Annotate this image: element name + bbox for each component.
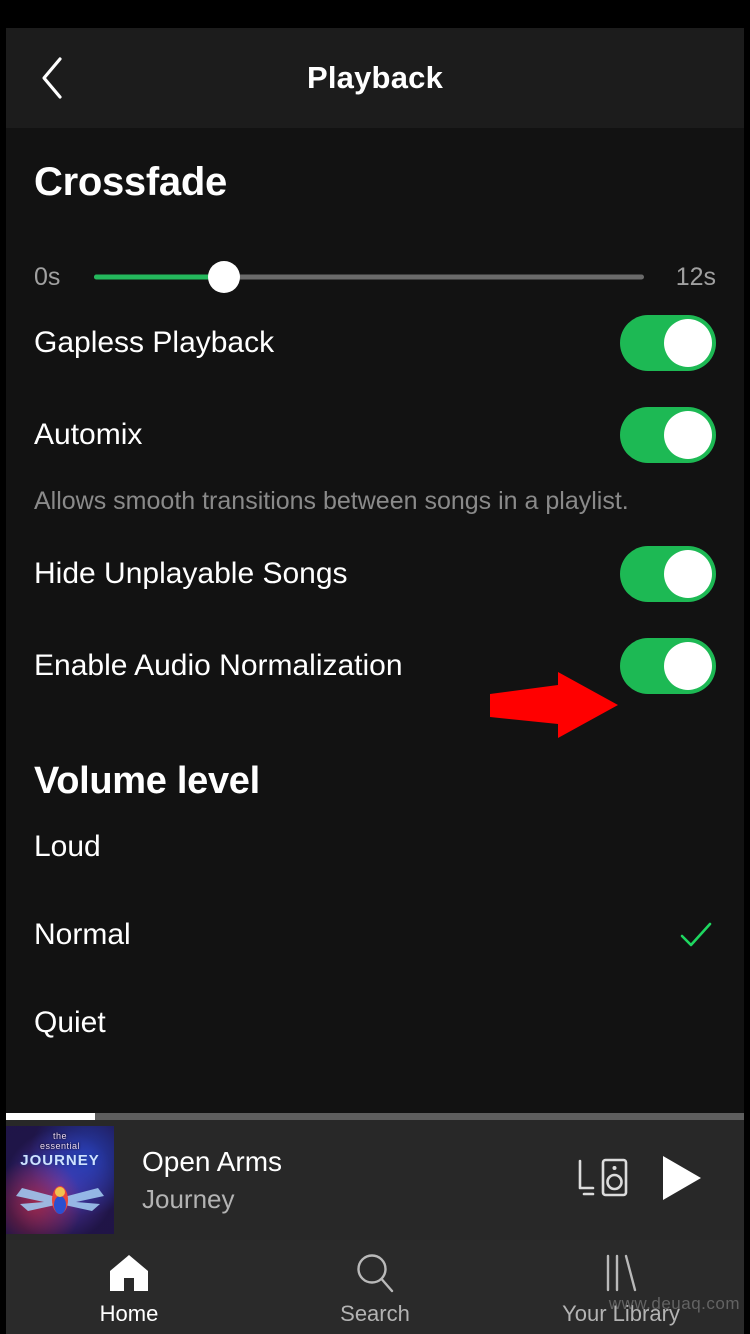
option-label: Quiet [34,1005,106,1039]
volume-option-loud[interactable]: Loud [34,803,716,891]
nav-label: Search [340,1300,410,1326]
play-button[interactable] [642,1141,720,1219]
nav-label: Your Library [562,1300,680,1326]
setting-label: Hide Unplayable Songs [34,556,348,590]
home-icon [107,1252,151,1294]
app-header: Playback [6,28,744,128]
album-art-wings-emblem [14,1178,106,1223]
connect-to-device-icon [577,1155,629,1206]
toggle-gapless-playback[interactable] [620,315,716,371]
setting-row-gapless-playback[interactable]: Gapless Playback [34,297,716,389]
setting-row-hide-unplayable-songs[interactable]: Hide Unplayable Songs [34,528,716,620]
volume-option-normal[interactable]: Normal [34,891,716,979]
now-playing-text[interactable]: Open Arms Journey [114,1145,564,1215]
back-button[interactable] [28,54,76,102]
crossfade-heading: Crossfade [34,160,227,204]
volume-level-heading: Volume level [34,759,260,802]
option-label: Normal [34,917,131,951]
page-title: Playback [306,60,444,95]
setting-label: Enable Audio Normalization [34,648,403,682]
playback-progress-fill [6,1113,95,1120]
toggle-hide-unplayable-songs[interactable] [620,545,716,602]
setting-label: Gapless Playback [34,326,275,359]
crossfade-max-label: 12s [675,262,716,291]
setting-row-automix[interactable]: Automix [34,389,716,481]
crossfade-slider-row: 0s 12s [34,257,716,297]
connect-to-device-button[interactable] [564,1141,642,1219]
toggle-enable-audio-normalization[interactable] [620,637,716,694]
track-title: Open Arms [142,1146,283,1177]
crossfade-min-label: 0s [34,262,61,291]
play-icon [658,1153,704,1208]
setting-label: Automix [34,418,143,451]
track-artist: Journey [142,1184,235,1214]
slider-fill [94,274,225,280]
nav-item-your-library[interactable]: Your Library [498,1240,744,1334]
album-art-top-text: the essential [39,1131,81,1151]
option-label: Loud [34,829,101,863]
album-art-thumbnail[interactable]: the essential JOURNEY [6,1126,114,1234]
toggle-automix[interactable] [620,407,716,463]
playback-progress-track[interactable] [6,1113,744,1120]
nav-label: Home [99,1300,159,1326]
nav-item-home[interactable]: Home [6,1240,252,1334]
settings-scroll-area[interactable]: Crossfade 0s 12s Gapless Playback Automi… [6,128,744,1113]
chevron-left-icon [38,55,66,101]
spotify-playback-settings-screen: Playback Crossfade 0s 12s Gapless Playba… [0,0,750,1334]
slider-thumb[interactable] [208,261,241,293]
search-icon [353,1252,397,1294]
toggle-knob [664,319,712,367]
automix-description: Allows smooth transitions between songs … [34,487,629,515]
bottom-navigation: Home Search Your Library [6,1240,744,1334]
nav-item-search[interactable]: Search [252,1240,498,1334]
toggle-knob [664,411,712,459]
check-icon [676,915,716,955]
toggle-knob [664,641,712,690]
setting-row-enable-audio-normalization[interactable]: Enable Audio Normalization [34,620,716,712]
toggle-knob [664,549,712,598]
status-bar [0,0,750,28]
now-playing-bar[interactable]: the essential JOURNEY Open Arms Journey [6,1113,744,1240]
volume-option-quiet[interactable]: Quiet [34,979,716,1067]
crossfade-slider[interactable] [94,257,644,297]
library-icon [599,1252,643,1294]
album-art-band-text: JOURNEY [20,1152,100,1169]
